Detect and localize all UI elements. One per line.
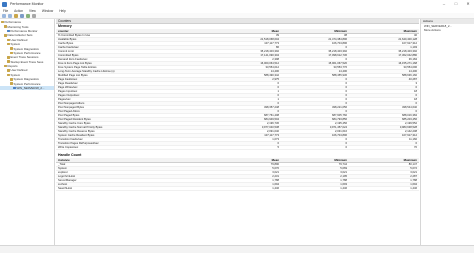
- folder-icon: [7, 69, 10, 72]
- tree-item-label: Event Trace Sessions: [10, 55, 39, 60]
- tree-item-label: Data Collector Sets: [7, 33, 33, 38]
- folder-icon: [7, 38, 10, 41]
- actions-pane: Actions WIN_SERVER18_2... More Actions: [420, 19, 474, 245]
- folder-icon[interactable]: [14, 13, 18, 18]
- tree-item-label: Reports: [7, 64, 18, 69]
- report-icon: [13, 86, 16, 90]
- tree-item-label: System Diagnostics: [13, 46, 39, 51]
- properties-icon[interactable]: [20, 13, 24, 18]
- menu-file[interactable]: File: [3, 9, 8, 13]
- tree-item-label: User Defined: [10, 37, 28, 42]
- tree-item-label: System: [10, 72, 21, 77]
- folder-icon: [4, 25, 7, 28]
- folder-icon: [1, 20, 4, 24]
- folder-icon: [7, 42, 10, 46]
- tree-item-label: Performance Monitor: [10, 28, 38, 33]
- row-value: 1,446: [349, 186, 419, 191]
- folder-icon: [7, 73, 10, 77]
- tree-item-label: System Performance: [13, 50, 41, 55]
- status-bar: [0, 245, 474, 253]
- tree-item-label: System Performance: [13, 81, 41, 86]
- window-title: Performance Monitor: [10, 2, 44, 6]
- row-value: 5: [211, 145, 281, 150]
- tree-item[interactable]: WIN_SERVER18_2...: [0, 85, 54, 91]
- handle-count-table: instance Mean Minimum Maximum _Total 79,8…: [56, 157, 419, 191]
- title-bar: Performance Monitor – □ ✕: [0, 0, 474, 8]
- window-controls: – □ ✕: [438, 0, 474, 8]
- memory-table: counter Mean Minimum Maximum % Committed…: [56, 28, 419, 150]
- row-label: SearchHost: [56, 186, 211, 191]
- row-value: 70: [349, 145, 419, 150]
- refresh-icon[interactable]: [26, 13, 30, 18]
- row-label: Write Copies/sec: [56, 145, 211, 150]
- folder-icon: [7, 60, 10, 63]
- chart-icon: [7, 29, 10, 33]
- minimize-button[interactable]: –: [438, 0, 450, 8]
- performance-monitor-icon: [2, 1, 7, 7]
- folder-icon: [4, 64, 7, 68]
- doc-icon: [10, 78, 13, 81]
- navigation-tree: Performance Monitoring Tools Performance M…: [0, 19, 55, 245]
- action-item[interactable]: More Actions: [421, 28, 474, 32]
- tree-item-label: User Defined: [10, 68, 28, 73]
- tree-item-label: Monitoring Tools: [7, 24, 29, 29]
- doc-icon: [10, 51, 13, 55]
- folder-icon: [7, 56, 10, 59]
- row-value: 1,446: [281, 186, 349, 191]
- tree-item-label: WIN_SERVER18_2...: [16, 86, 45, 91]
- back-icon[interactable]: [2, 13, 6, 18]
- forward-icon[interactable]: [8, 13, 12, 18]
- menu-action[interactable]: Action: [14, 9, 23, 13]
- tree-item-label: Startup Event Trace Sess: [10, 59, 44, 64]
- table-row: SearchHost 1,446 1,446 1,446: [56, 186, 419, 191]
- menu-help[interactable]: Help: [59, 9, 66, 13]
- tree-item-label: System Diagnostics: [13, 77, 39, 82]
- maximize-button[interactable]: □: [450, 0, 462, 8]
- row-value: 1,446: [211, 186, 281, 191]
- report-content: Counters Memory counter Mean Minimum Max…: [56, 19, 419, 245]
- help-icon[interactable]: [32, 13, 36, 18]
- menu-window[interactable]: Window: [42, 9, 53, 13]
- menu-view[interactable]: View: [29, 9, 36, 13]
- table-row: Write Copies/sec 5 0 70: [56, 145, 419, 150]
- doc-icon: [10, 47, 13, 50]
- tree-item-label: System: [10, 42, 21, 47]
- row-value: 0: [281, 145, 349, 150]
- close-button[interactable]: ✕: [462, 0, 474, 8]
- doc-icon: [10, 82, 13, 85]
- tree-item-label: Performance: [4, 20, 22, 25]
- folder-icon: [4, 34, 7, 37]
